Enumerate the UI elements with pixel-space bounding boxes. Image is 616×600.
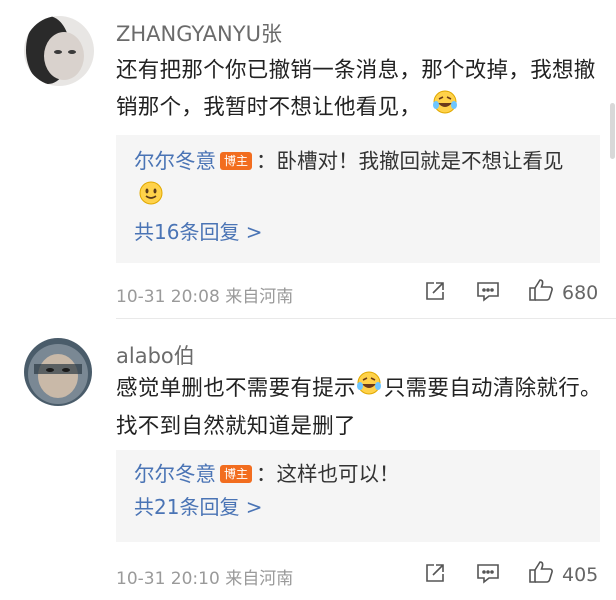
smile-emoji-icon — [138, 180, 164, 217]
avatar[interactable] — [24, 338, 92, 406]
timestamp: 10-31 20:08 — [116, 287, 220, 307]
comment-item: alabo伯 感觉单删也不需要有提示 只需要自动清除就行。找不到自然就知道是删了… — [0, 320, 616, 600]
reply-content: 尔尔冬意 博主 ：这样也可以！ — [116, 450, 600, 492]
reply-author[interactable]: 尔尔冬意 — [134, 149, 216, 173]
like-icon[interactable] — [528, 560, 554, 588]
reply-preview[interactable]: 尔尔冬意 博主 ：卧槽对！我撤回就是不想让看见 共16条回复 > — [116, 135, 600, 263]
location: 来自河南 — [225, 569, 294, 589]
comment-icon[interactable] — [476, 280, 500, 306]
comment-body: 还有把那个你已撤销一条消息，那个改掉，我想撤销那个，我暂时不想让他看见， — [116, 52, 606, 127]
timestamp: 10-31 20:10 — [116, 569, 220, 589]
view-more-replies-link[interactable]: 共16条回复 > — [116, 217, 600, 247]
share-icon[interactable] — [424, 280, 446, 306]
blogger-badge: 博主 — [220, 465, 253, 483]
comment-divider — [116, 318, 616, 319]
blogger-badge: 博主 — [220, 152, 253, 170]
scrollbar[interactable] — [610, 103, 615, 159]
share-icon[interactable] — [424, 562, 446, 588]
username[interactable]: alabo伯 — [116, 340, 195, 370]
reply-author[interactable]: 尔尔冬意 — [134, 462, 216, 486]
reply-preview[interactable]: 尔尔冬意 博主 ：这样也可以！ 共21条回复 > — [116, 450, 600, 542]
username[interactable]: ZHANGYANYU张 — [116, 18, 282, 48]
reply-text: ：卧槽对！我撤回就是不想让看见 — [256, 149, 564, 173]
view-more-replies-link[interactable]: 共21条回复 > — [116, 492, 600, 522]
reply-content: 尔尔冬意 博主 ：卧槽对！我撤回就是不想让看见 — [116, 135, 600, 217]
comment-text: 还有把那个你已撤销一条消息，那个改掉，我想撤销那个，我暂时不想让他看见， — [116, 58, 596, 120]
comment-item: ZHANGYANYU张 还有把那个你已撤销一条消息，那个改掉，我想撤销那个，我暂… — [0, 0, 616, 307]
reply-text: ：这样也可以！ — [256, 462, 400, 486]
like-icon[interactable] — [528, 278, 554, 306]
avatar[interactable] — [24, 16, 94, 86]
laughing-crying-emoji-icon — [356, 370, 382, 408]
comment-meta: 10-31 20:10 来自河南 — [116, 564, 293, 589]
comment-icon[interactable] — [476, 562, 500, 588]
laughing-crying-emoji-icon — [432, 89, 458, 127]
like-count: 680 — [562, 282, 599, 304]
comment-text: 感觉单删也不需要有提示 — [116, 376, 356, 401]
location: 来自河南 — [225, 287, 294, 307]
comment-meta: 10-31 20:08 来自河南 — [116, 282, 293, 307]
comment-body: 感觉单删也不需要有提示 只需要自动清除就行。找不到自然就知道是删了 — [116, 370, 606, 445]
like-count: 405 — [562, 564, 599, 586]
